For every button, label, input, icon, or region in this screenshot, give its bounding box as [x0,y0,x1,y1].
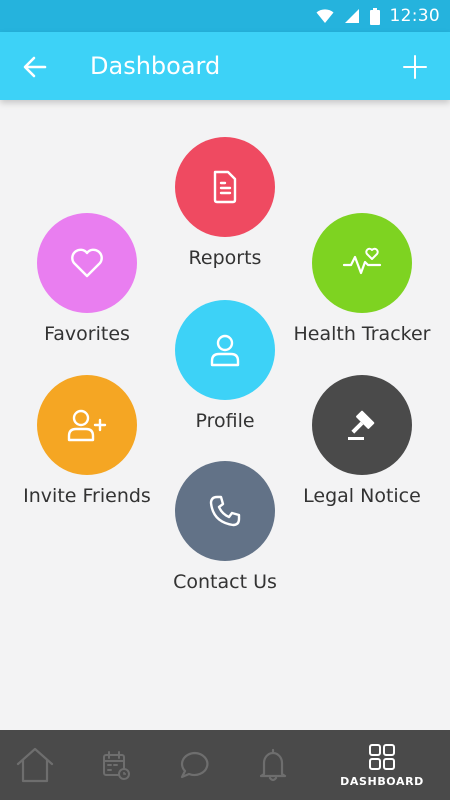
tile-health-tracker[interactable]: Health Tracker [282,213,442,345]
profile-label: Profile [195,410,255,432]
reports-circle[interactable] [175,137,275,237]
app-bar: Dashboard [0,32,450,100]
health-tracker-label: Health Tracker [293,323,431,345]
signal-icon [344,9,359,23]
contact-us-label: Contact Us [173,571,277,593]
grid-icon [369,743,395,770]
document-icon [213,170,237,204]
invite-friends-circle[interactable] [37,375,137,475]
battery-icon [369,7,380,25]
status-bar: 12:30 [0,0,450,32]
favorites-circle[interactable] [37,213,137,313]
bottom-navigation: DASHBOARD [0,730,450,800]
add-user-icon [67,409,107,442]
calendar-icon [103,751,130,780]
contact-us-circle[interactable] [175,461,275,561]
nav-dashboard[interactable]: DASHBOARD [340,730,424,800]
nav-home[interactable] [0,730,75,800]
tile-invite-friends[interactable]: Invite Friends [7,375,167,507]
favorites-label: Favorites [44,323,130,345]
tile-favorites[interactable]: Favorites [7,213,167,345]
page-title: Dashboard [90,52,221,80]
heart-pulse-icon [342,247,382,275]
nav-messages[interactable] [155,730,235,800]
nav-dashboard-label: DASHBOARD [340,774,424,788]
phone-icon [209,495,241,527]
home-icon [16,747,54,783]
user-icon [210,334,240,367]
tile-reports[interactable]: Reports [145,137,305,269]
tile-profile[interactable]: Profile [145,300,305,432]
tile-contact-us[interactable]: Contact Us [145,461,305,593]
clock-time: 12:30 [389,6,440,26]
reports-label: Reports [188,247,262,269]
add-icon[interactable] [402,54,428,80]
gavel-icon [348,410,375,440]
back-arrow-icon[interactable] [22,54,48,80]
profile-circle[interactable] [175,300,275,400]
heart-icon [71,248,103,278]
nav-notifications[interactable] [233,730,313,800]
wifi-icon [316,9,333,23]
invite-friends-label: Invite Friends [23,485,151,507]
legal-notice-circle[interactable] [312,375,412,475]
legal-notice-label: Legal Notice [303,485,421,507]
chat-icon [180,751,209,779]
tile-legal-notice[interactable]: Legal Notice [282,375,442,507]
nav-calendar[interactable] [76,730,156,800]
bell-icon [259,748,287,782]
health-tracker-circle[interactable] [312,213,412,313]
status-icons: 12:30 [316,6,441,26]
